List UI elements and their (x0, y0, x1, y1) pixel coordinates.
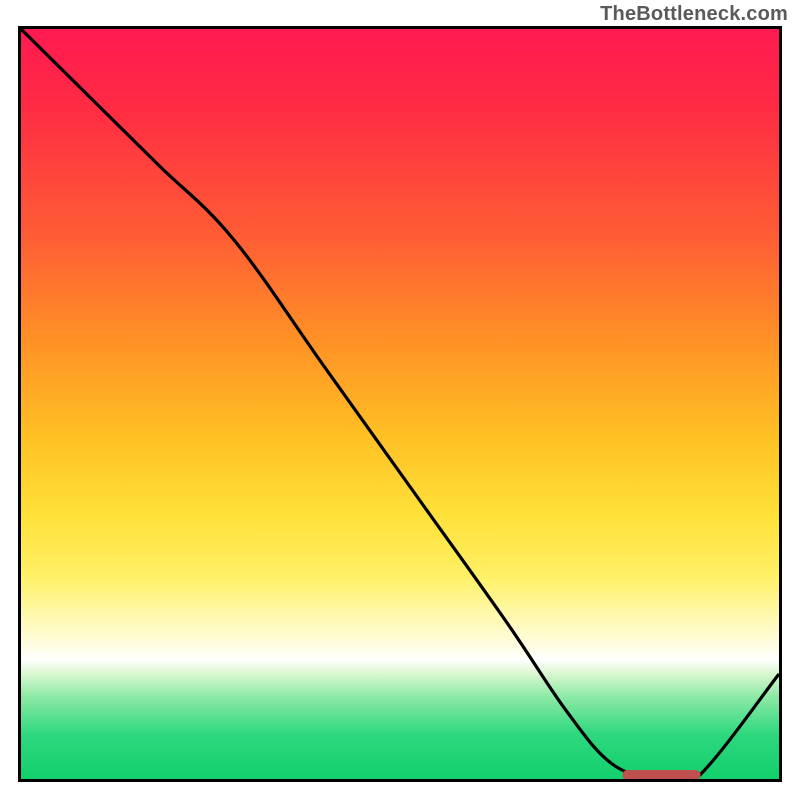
plot-area (18, 26, 782, 782)
chart-container: TheBottleneck.com (0, 0, 800, 800)
attribution-label: TheBottleneck.com (600, 3, 788, 26)
line-chart-svg (21, 29, 779, 779)
series-curve (21, 29, 779, 779)
